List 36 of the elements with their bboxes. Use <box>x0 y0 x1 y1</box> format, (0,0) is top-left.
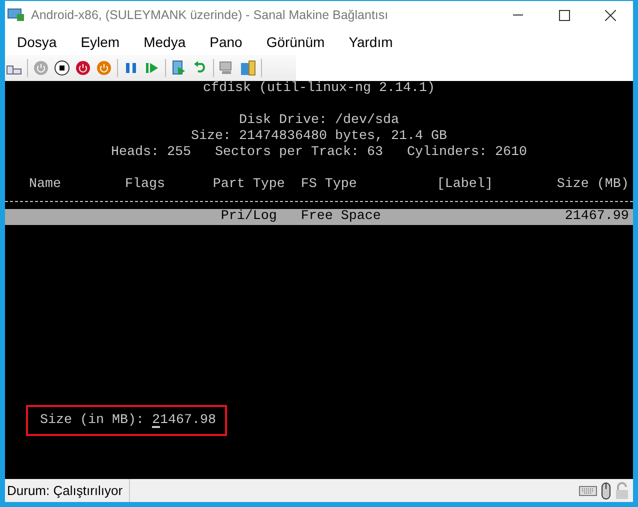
menu-item[interactable]: Eylem <box>80 34 120 50</box>
mouse-icon <box>601 482 611 500</box>
column-header: Flags <box>124 177 165 192</box>
window-title: Android-x86, (SULEYMANK üzerinde) - Sanal Makine Bağlantısı <box>31 8 390 22</box>
close-icon[interactable] <box>604 10 616 20</box>
column-header: Part Type <box>212 177 285 192</box>
keyboard-icon <box>579 484 597 496</box>
lock-icon <box>615 482 629 500</box>
column-header: [Label] <box>436 177 493 192</box>
disk-info: Disk Drive: /dev/sda <box>239 113 399 129</box>
menu-item[interactable]: Yardım <box>348 34 393 50</box>
prompt-label: Size (in MB): <box>40 412 144 428</box>
menu-item[interactable]: Medya <box>144 34 186 50</box>
stop-icon[interactable] <box>54 60 70 76</box>
shutdown-icon[interactable] <box>75 60 91 76</box>
app-icon <box>7 7 25 23</box>
input-field[interactable]: 21467.98 <box>152 412 216 428</box>
table-cell: Free Space <box>300 209 381 224</box>
partition-row[interactable]: Pri/Log Free Space 21467.99 <box>5 209 633 225</box>
table-cell: 21467.99 <box>564 209 629 224</box>
maximize-icon[interactable] <box>558 10 570 20</box>
power-icon[interactable] <box>96 60 112 76</box>
pause-icon[interactable] <box>123 60 139 76</box>
menu-item[interactable]: Görünüm <box>266 34 325 50</box>
disk-info: Heads: 255 Sectors per Track: 63 Cylinders: 2610 <box>111 145 527 161</box>
minimize-icon[interactable] <box>513 14 523 16</box>
menu-item[interactable]: Dosya <box>17 34 57 50</box>
table-cell: Pri/Log <box>220 209 277 224</box>
disk-info: Size: 21474836480 bytes, 21.4 GB <box>191 129 447 145</box>
column-header: Size (MB) <box>556 177 629 192</box>
status-text: Durum: Çalıştırılıyor <box>5 479 130 502</box>
menu-item[interactable]: Pano <box>210 34 242 50</box>
column-header: Name <box>28 177 61 192</box>
column-header: FS Type <box>300 177 357 192</box>
play-icon[interactable] <box>144 60 160 76</box>
console-title: cfdisk (util-linux-ng 2.14.1) <box>203 81 435 97</box>
